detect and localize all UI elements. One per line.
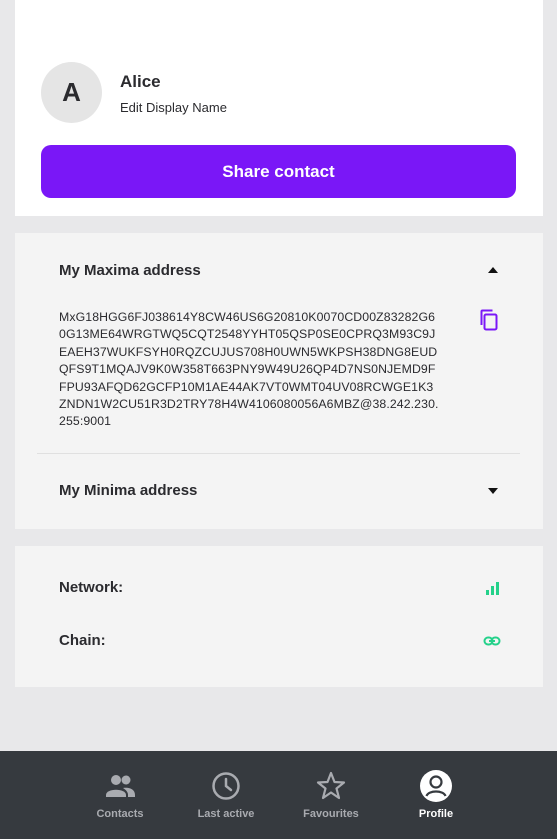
- avatar-initial: A: [62, 77, 81, 107]
- star-icon: [316, 771, 346, 800]
- display-name: Alice: [120, 72, 161, 91]
- nav-item-favourites[interactable]: Favourites: [281, 751, 381, 839]
- maxima-address-value: MxG18HGG6FJ038614Y8CW46US6G20810K0070CD0…: [59, 310, 439, 429]
- divider: [37, 453, 520, 454]
- edit-display-name-link[interactable]: Edit Display Name: [120, 100, 227, 115]
- share-contact-button[interactable]: Share contact: [41, 145, 516, 198]
- status-card: Network: Chain:: [15, 546, 543, 687]
- contacts-icon: [106, 775, 135, 797]
- copy-icon[interactable]: [477, 308, 501, 332]
- chain-label: Chain:: [59, 632, 106, 649]
- nav-label-last-active: Last active: [197, 808, 255, 820]
- nav-label-contacts: Contacts: [96, 808, 144, 820]
- nav-item-contacts[interactable]: Contacts: [70, 751, 170, 839]
- profile-card: A Alice Edit Display Name Share contact: [15, 0, 543, 216]
- bottom-nav: Contacts Last active Favourites Profile: [0, 751, 557, 839]
- address-card: My Maxima address MxG18HGG6FJ038614Y8CW4…: [15, 233, 543, 529]
- nav-item-profile[interactable]: Profile: [386, 751, 486, 839]
- chevron-up-icon[interactable]: [488, 267, 498, 273]
- nav-label-profile: Profile: [418, 808, 454, 820]
- chevron-down-icon[interactable]: [488, 488, 498, 494]
- profile-icon: [420, 770, 452, 802]
- maxima-address-header[interactable]: My Maxima address: [59, 262, 201, 279]
- nav-label-favourites: Favourites: [303, 808, 359, 820]
- clock-icon: [212, 772, 240, 800]
- avatar[interactable]: A: [41, 62, 102, 123]
- signal-icon: [486, 582, 499, 595]
- network-label: Network:: [59, 579, 124, 596]
- nav-item-last-active[interactable]: Last active: [176, 751, 276, 839]
- link-icon: [483, 636, 501, 646]
- minima-address-header[interactable]: My Minima address: [59, 482, 197, 499]
